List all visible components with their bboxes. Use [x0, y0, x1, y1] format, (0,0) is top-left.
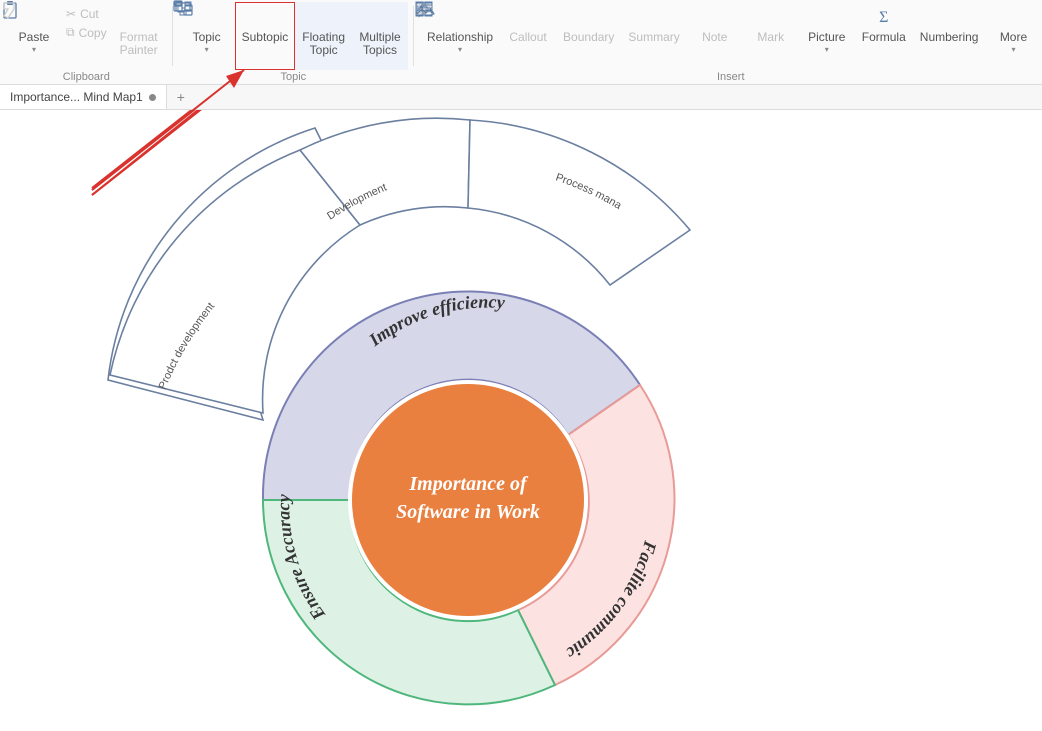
chevron-down-icon: ▾ [1011, 43, 1015, 56]
mark-button[interactable]: Mark [743, 2, 799, 70]
format-painter-label: Format Painter [120, 31, 158, 57]
boundary-button[interactable]: Boundary [556, 2, 621, 70]
mark-label: Mark [757, 31, 784, 44]
mindmap-canvas[interactable]: Importance of Software in Work Improve e… [0, 110, 1042, 731]
more-button[interactable]: More ▾ [985, 2, 1041, 70]
multiple-topics-button[interactable]: Multiple Topics [352, 2, 408, 70]
boundary-label: Boundary [563, 31, 614, 44]
unsaved-dot-icon [149, 94, 156, 101]
format-painter-button[interactable]: Format Painter [111, 2, 167, 70]
group-label-insert: Insert [420, 70, 1041, 84]
formula-icon: Σ [879, 7, 888, 29]
center-line2: Software in Work [396, 501, 540, 523]
copy-button[interactable]: ⧉ Copy [62, 24, 111, 41]
group-topic: Topic ▾ Subtopic Floating Topic Multipl [173, 0, 414, 84]
chevron-down-icon: ▾ [205, 43, 209, 56]
numbering-button[interactable]: 12 Numbering [913, 2, 986, 70]
floating-topic-button[interactable]: Floating Topic [295, 2, 352, 70]
group-label-clipboard: Clipboard [6, 70, 167, 84]
copy-label: Copy [79, 26, 107, 40]
new-tab-button[interactable]: + [167, 89, 195, 105]
callout-label: Callout [509, 31, 546, 44]
formula-button[interactable]: Σ Formula [855, 2, 913, 70]
tab-active[interactable]: Importance... Mind Map1 [0, 85, 167, 109]
chevron-down-icon: ▾ [825, 43, 829, 56]
note-label: Note [702, 31, 727, 44]
outer-wedge-3 [468, 120, 690, 285]
document-tabs: Importance... Mind Map1 + [0, 85, 1042, 110]
subtopic-button[interactable]: Subtopic [235, 2, 296, 70]
cut-label: Cut [80, 7, 99, 21]
chevron-down-icon: ▾ [458, 43, 462, 56]
copy-icon: ⧉ [66, 25, 75, 40]
ribbon: Paste ▾ ✂ Cut ⧉ Copy Format Painter [0, 0, 1042, 85]
scissors-icon: ✂ [66, 7, 76, 21]
group-clipboard: Paste ▾ ✂ Cut ⧉ Copy Format Painter [0, 0, 173, 84]
center-line1: Importance of [408, 473, 529, 495]
center-circle[interactable] [350, 382, 586, 618]
floating-topic-label: Floating Topic [302, 31, 345, 57]
picture-button[interactable]: Picture ▾ [799, 2, 855, 70]
group-insert: Relationship ▾ Callout Boundary Summary … [414, 0, 1042, 84]
formula-label: Formula [862, 31, 906, 44]
group-label-topic: Topic [179, 70, 408, 84]
note-button[interactable]: Note [687, 2, 743, 70]
summary-label: Summary [628, 31, 679, 44]
chevron-down-icon: ▾ [32, 43, 36, 56]
mindmap-svg: Importance of Software in Work Improve e… [0, 110, 1042, 731]
subtopic-label: Subtopic [242, 31, 289, 44]
numbering-label: Numbering [920, 31, 979, 44]
multiple-topics-label: Multiple Topics [359, 31, 400, 57]
cut-button[interactable]: ✂ Cut [62, 6, 111, 22]
callout-button[interactable]: Callout [500, 2, 556, 70]
summary-button[interactable]: Summary [621, 2, 686, 70]
tab-label: Importance... Mind Map1 [10, 90, 143, 104]
